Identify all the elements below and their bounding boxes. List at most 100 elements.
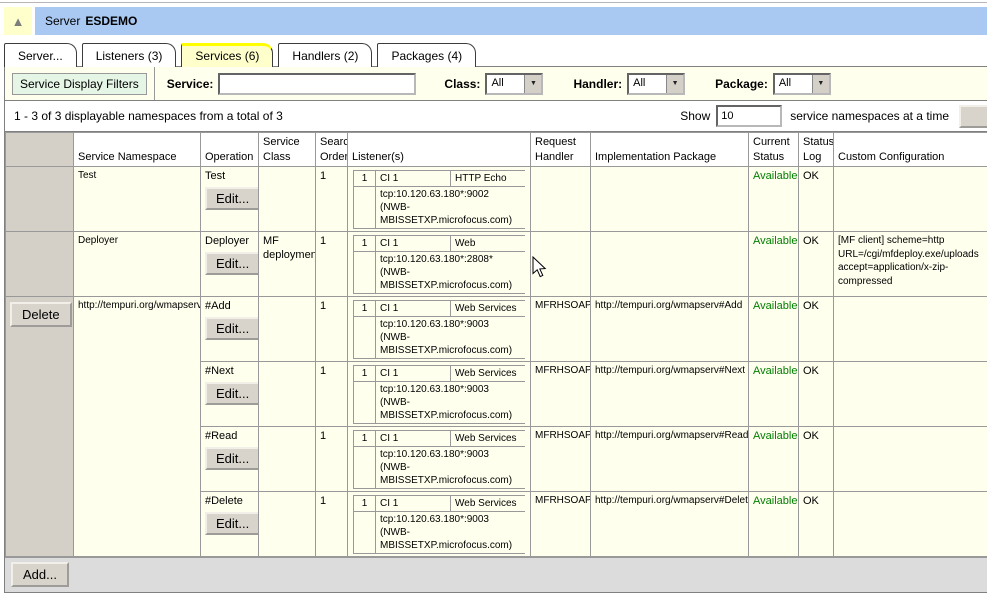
edit-button[interactable]: Edit...: [205, 317, 259, 340]
tab-packages[interactable]: Packages (4): [377, 43, 476, 67]
listener-entry[interactable]: 1 CI 1 HTTP Echo tcp:10.120.63.180*:9002…: [353, 170, 526, 229]
current-status-cell: Available: [749, 297, 799, 362]
tab-server[interactable]: Server...: [4, 43, 77, 67]
search-order-cell: 1: [316, 492, 348, 557]
column-header-request-handler: Request Handler: [531, 133, 591, 167]
edit-button[interactable]: Edit...: [205, 512, 259, 535]
implementation-package-cell: http://tempuri.org/wmapserv#Read: [591, 427, 749, 492]
operation-cell: Test Edit...: [201, 167, 259, 232]
listener-index: 1: [354, 236, 376, 252]
listener-entry[interactable]: 1 CI 1 Web Services tcp:10.120.63.180*:9…: [353, 365, 526, 424]
custom-config-cell: [834, 297, 987, 362]
listener-address: tcp:10.120.63.180*:2808* (NWB-MBISSETXP.…: [376, 252, 526, 294]
custom-config-cell: [834, 362, 987, 427]
custom-config-cell: [MF client] scheme=http URL=/cgi/mfdeplo…: [834, 232, 987, 297]
tab-services[interactable]: Services (6): [181, 43, 273, 67]
listener-address: tcp:10.120.63.180*:9003 (NWB-MBISSETXP.m…: [376, 382, 526, 424]
status-log-cell: OK: [799, 167, 834, 232]
package-filter-select[interactable]: All ▼: [773, 73, 831, 95]
chevron-down-icon: ▼: [524, 75, 541, 93]
edit-button[interactable]: Edit...: [205, 382, 259, 405]
listener-index: 1: [354, 301, 376, 317]
listener-name: Web Services: [451, 301, 526, 317]
pagination-summary: 1 - 3 of 3 displayable namespaces from a…: [14, 109, 283, 123]
namespace-cell: Test: [74, 167, 201, 232]
operation-name: #Next: [205, 364, 254, 378]
actions-cell: [6, 232, 74, 297]
current-status-cell: Available: [749, 427, 799, 492]
status-log-cell: OK: [799, 362, 834, 427]
listener-entry[interactable]: 1 CI 1 Web tcp:10.120.63.180*:2808* (NWB…: [353, 235, 526, 294]
service-filter-input[interactable]: [218, 73, 416, 95]
implementation-package-cell: http://tempuri.org/wmapserv#Next: [591, 362, 749, 427]
namespace-cell: Deployer: [74, 232, 201, 297]
listener-index: 1: [354, 496, 376, 512]
current-status-cell: Available: [749, 492, 799, 557]
listener-address: tcp:10.120.63.180*:9003 (NWB-MBISSETXP.m…: [376, 512, 526, 554]
listener-name: Web Services: [451, 496, 526, 512]
edit-button[interactable]: Edit...: [205, 187, 259, 210]
services-panel: Service Display Filters Service: Class: …: [4, 66, 987, 593]
request-handler-cell: [531, 167, 591, 232]
add-service-button[interactable]: Add...: [11, 562, 69, 587]
search-order-cell: 1: [316, 232, 348, 297]
column-header-current-status: Current Status: [749, 133, 799, 167]
column-header-search-order: Search Order: [316, 133, 348, 167]
operation-name: #Read: [205, 429, 254, 443]
column-header-service-class: Service Class: [259, 133, 316, 167]
chevron-down-icon: ▼: [666, 75, 683, 93]
show-count-input[interactable]: [716, 105, 782, 127]
show-suffix-label: service namespaces at a time: [790, 109, 949, 123]
column-header-actions: [6, 133, 74, 167]
server-name: ESDEMO: [85, 14, 137, 28]
custom-config-cell: [834, 427, 987, 492]
server-titlebar: ▲ Server ESDEMO: [4, 7, 987, 35]
class-filter-select[interactable]: All ▼: [485, 73, 543, 95]
operation-cell: #Next Edit...: [201, 362, 259, 427]
listener-ci: CI 1: [376, 496, 451, 512]
request-handler-cell: MFRHSOAP: [531, 297, 591, 362]
table-header-row: Service Namespace Operation Service Clas…: [6, 133, 987, 167]
listener-index: 1: [354, 431, 376, 447]
operation-name: Deployer: [205, 234, 254, 248]
show-label: Show: [680, 109, 710, 123]
operation-name: Test: [205, 169, 254, 183]
class-filter-label: Class:: [444, 77, 480, 91]
column-header-operation: Operation: [201, 133, 259, 167]
listener-entry[interactable]: 1 CI 1 Web Services tcp:10.120.63.180*:9…: [353, 430, 526, 489]
listeners-cell: 1 CI 1 Web Services tcp:10.120.63.180*:9…: [348, 492, 531, 557]
listener-address: tcp:10.120.63.180*:9003 (NWB-MBISSETXP.m…: [376, 447, 526, 489]
server-label: Server: [45, 14, 80, 28]
status-log-cell: OK: [799, 427, 834, 492]
status-log-cell: OK: [799, 492, 834, 557]
apply-show-button[interactable]: [959, 105, 987, 128]
listener-entry[interactable]: 1 CI 1 Web Services tcp:10.120.63.180*:9…: [353, 495, 526, 554]
request-handler-cell: MFRHSOAP: [531, 492, 591, 557]
delete-button[interactable]: Delete: [10, 302, 72, 327]
column-header-implementation-package: Implementation Package: [591, 133, 749, 167]
chevron-down-icon: ▼: [812, 75, 829, 93]
filter-bar: Service Display Filters Service: Class: …: [5, 67, 987, 101]
edit-button[interactable]: Edit...: [205, 252, 259, 275]
add-strip: Add...: [5, 557, 987, 592]
listeners-cell: 1 CI 1 Web Services tcp:10.120.63.180*:9…: [348, 427, 531, 492]
listener-ci: CI 1: [376, 366, 451, 382]
service-filter-label: Service:: [167, 77, 214, 91]
listeners-cell: 1 CI 1 HTTP Echo tcp:10.120.63.180*:9002…: [348, 167, 531, 232]
listener-entry[interactable]: 1 CI 1 Web Services tcp:10.120.63.180*:9…: [353, 300, 526, 359]
edit-button[interactable]: Edit...: [205, 447, 259, 470]
implementation-package-cell: [591, 167, 749, 232]
table-row-wmapserv-add: Delete http://tempuri.org/wmapserv #Add …: [6, 297, 987, 362]
tab-handlers[interactable]: Handlers (2): [278, 43, 372, 67]
column-header-status-log: Status Log: [799, 133, 834, 167]
request-handler-cell: [531, 232, 591, 297]
collapse-button[interactable]: ▲: [4, 7, 32, 35]
status-log-cell: OK: [799, 232, 834, 297]
handler-filter-select[interactable]: All ▼: [627, 73, 685, 95]
listener-index: 1: [354, 171, 376, 187]
service-class-cell: [259, 297, 316, 362]
service-class-cell: [259, 362, 316, 427]
column-header-service-namespace: Service Namespace: [74, 133, 201, 167]
status-log-cell: OK: [799, 297, 834, 362]
tab-listeners[interactable]: Listeners (3): [82, 43, 177, 67]
